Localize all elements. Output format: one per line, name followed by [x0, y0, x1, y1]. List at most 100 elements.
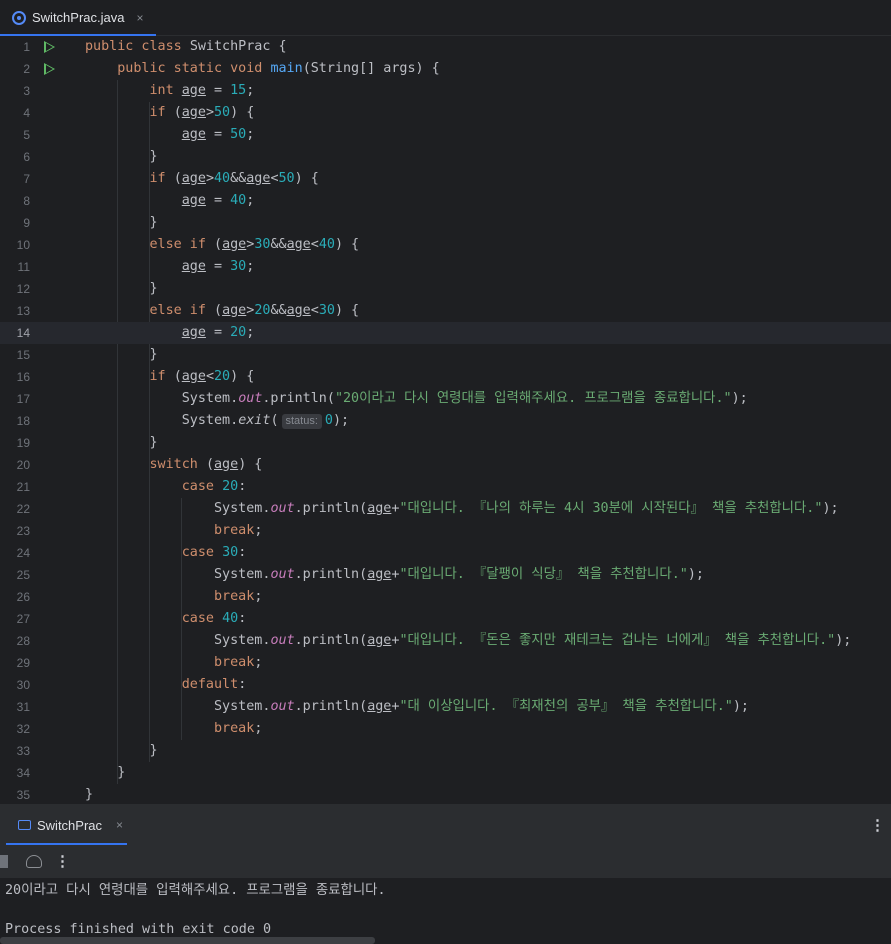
code-text: }	[85, 344, 157, 366]
code-line[interactable]: 21 case 20:	[0, 476, 891, 498]
profiler-icon[interactable]	[26, 855, 42, 868]
run-gutter-icon[interactable]	[44, 63, 55, 75]
code-token: }	[85, 765, 126, 780]
code-token: <	[310, 303, 319, 318]
code-token: if	[149, 171, 174, 186]
code-token: (	[173, 369, 182, 384]
code-token: );	[732, 699, 749, 714]
close-run-tab-icon[interactable]: ×	[116, 818, 123, 832]
code-line[interactable]: 20 switch (age) {	[0, 454, 891, 476]
code-line[interactable]: 11 age = 30;	[0, 256, 891, 278]
code-line[interactable]: 7 if (age>40&&age<50) {	[0, 168, 891, 190]
code-token: ;	[246, 193, 255, 208]
code-token: 30	[230, 259, 247, 274]
code-line[interactable]: 6 }	[0, 146, 891, 168]
code-line[interactable]: 23 break;	[0, 520, 891, 542]
code-token: }	[85, 149, 158, 164]
code-line[interactable]: 29 break;	[0, 652, 891, 674]
code-line[interactable]: 1 public class SwitchPrac {	[0, 36, 891, 58]
tab-switchprac-java[interactable]: SwitchPrac.java ×	[0, 0, 156, 36]
code-line[interactable]: 28 System.out.println(age+"대입니다. 『돈은 좋지만…	[0, 630, 891, 652]
console-output[interactable]: 20이라고 다시 연령대를 입력해주세요. 프로그램을 종료합니다. Proce…	[0, 878, 891, 944]
code-token: age	[181, 325, 206, 340]
console-line: Process finished with exit code 0	[5, 922, 272, 937]
code-line[interactable]: 2 public static void main(String[] args)…	[0, 58, 891, 80]
code-text: break;	[85, 652, 262, 674]
code-line[interactable]: 10 else if (age>30&&age<40) {	[0, 234, 891, 256]
console-icon	[18, 820, 31, 830]
code-token: 30	[222, 545, 239, 560]
code-line[interactable]: 22 System.out.println(age+"대입니다. 『나의 하루는…	[0, 498, 891, 520]
code-token: }	[85, 743, 158, 758]
code-line[interactable]: 19 }	[0, 432, 891, 454]
code-line[interactable]: 15 }	[0, 344, 891, 366]
code-token: .println(	[294, 699, 368, 714]
line-number: 25	[16, 568, 30, 582]
code-token: =	[205, 193, 231, 208]
code-token: age	[181, 171, 206, 186]
run-tab-switchprac[interactable]: SwitchPrac ×	[6, 804, 127, 846]
code-line[interactable]: 16 if (age<20) {	[0, 366, 891, 388]
line-number: 14	[16, 326, 30, 340]
code-token: age	[222, 303, 247, 318]
code-text: System.out.println(age+"대 이상입니다. 『최재천의 공…	[85, 696, 749, 718]
code-token: public class	[85, 39, 190, 54]
code-token: .println(	[294, 633, 368, 648]
more-options-icon[interactable]: ⋮	[870, 816, 885, 834]
code-text: age = 40;	[85, 190, 255, 212]
code-token: ;	[254, 721, 263, 736]
code-line[interactable]: 8 age = 40;	[0, 190, 891, 212]
stop-icon[interactable]	[0, 855, 8, 868]
code-line[interactable]: 9 }	[0, 212, 891, 234]
code-token: ) {	[230, 105, 255, 120]
code-token: .println(	[262, 391, 335, 406]
code-line[interactable]: 30 default:	[0, 674, 891, 696]
code-line[interactable]: 27 case 40:	[0, 608, 891, 630]
code-token: default	[181, 677, 239, 692]
code-line[interactable]: 18 System.exit(status: 0);	[0, 410, 891, 432]
code-line[interactable]: 34 }	[0, 762, 891, 784]
code-line[interactable]: 3 int age = 15;	[0, 80, 891, 102]
code-token: main	[270, 61, 303, 76]
code-line[interactable]: 5 age = 50;	[0, 124, 891, 146]
code-line[interactable]: 13 else if (age>20&&age<30) {	[0, 300, 891, 322]
line-number: 24	[16, 546, 30, 560]
code-line[interactable]: 32 break;	[0, 718, 891, 740]
code-token: System.	[85, 501, 271, 516]
code-line[interactable]: 17 System.out.println("20이라고 다시 연령대를 입력해…	[0, 388, 891, 410]
code-line[interactable]: 26 break;	[0, 586, 891, 608]
code-token: age	[181, 105, 206, 120]
code-token: 30	[318, 303, 335, 318]
code-token: age	[286, 237, 311, 252]
horizontal-scrollbar[interactable]	[0, 937, 375, 944]
code-line[interactable]: 33 }	[0, 740, 891, 762]
code-text: System.exit(status: 0);	[85, 410, 349, 432]
run-gutter-icon[interactable]	[44, 41, 55, 53]
code-line[interactable]: 24 case 30:	[0, 542, 891, 564]
code-line[interactable]: 31 System.out.println(age+"대 이상입니다. 『최재천…	[0, 696, 891, 718]
code-line[interactable]: 35}	[0, 784, 891, 803]
code-line[interactable]: 12 }	[0, 278, 891, 300]
code-token: else if	[149, 237, 214, 252]
code-token: }	[85, 281, 158, 296]
code-line[interactable]: 14 age = 20;	[0, 322, 891, 344]
toolbar-more-icon[interactable]: ⋮	[55, 852, 70, 870]
code-token: age	[181, 127, 206, 142]
code-text: age = 50;	[85, 124, 255, 146]
code-token: (	[214, 303, 223, 318]
code-editor[interactable]: 1 public class SwitchPrac {2 public stati…	[0, 36, 891, 803]
code-text: }	[85, 784, 93, 803]
code-line[interactable]: 4 if (age>50) {	[0, 102, 891, 124]
code-line[interactable]: 25 System.out.println(age+"대입니다. 『달팽이 식당…	[0, 564, 891, 586]
code-token: :	[238, 545, 247, 560]
close-tab-icon[interactable]: ×	[136, 11, 143, 25]
code-token: if	[149, 369, 174, 384]
code-token: 30	[254, 237, 271, 252]
code-token: break	[214, 721, 255, 736]
code-token: System.	[85, 699, 271, 714]
